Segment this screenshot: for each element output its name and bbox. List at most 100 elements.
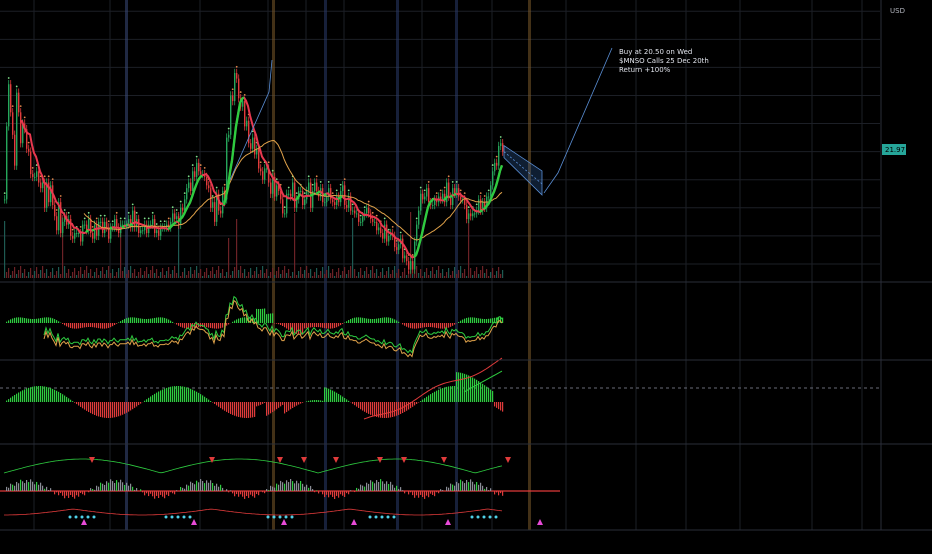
- macd-bar: [492, 318, 493, 323]
- candle-dot: [204, 167, 206, 169]
- bottom-bar: [402, 490, 403, 491]
- osc-bar: [94, 402, 95, 415]
- volume-bar: [136, 276, 137, 278]
- candle-dot: [188, 175, 190, 177]
- volume-bar: [270, 272, 271, 278]
- bottom-bar: [220, 485, 221, 491]
- osc-bar: [284, 402, 285, 413]
- candle-dot: [120, 218, 122, 220]
- volume-bar: [64, 266, 65, 278]
- candle-body: [404, 256, 405, 259]
- candle-body: [288, 194, 289, 195]
- osc-bar: [394, 402, 395, 416]
- bottom-bar: [136, 488, 137, 491]
- bottom-bar: [84, 491, 85, 495]
- bottom-bar: [74, 491, 75, 499]
- bottom-bar: [184, 489, 185, 491]
- bottom-bar: [80, 491, 81, 493]
- candle-dot: [480, 192, 482, 194]
- osc-bar: [424, 398, 425, 402]
- bottom-bar: [480, 483, 481, 491]
- volume-bar: [460, 266, 461, 278]
- chart-canvas[interactable]: Buy at 20.50 on Wed $MNSO Calls 25 Dec 2…: [0, 0, 932, 550]
- candle-body: [44, 183, 45, 208]
- osc-bar: [108, 402, 109, 418]
- macd-bar: [406, 323, 407, 327]
- osc-bar: [90, 402, 91, 413]
- volume-bar: [474, 271, 475, 278]
- volume-bar: [438, 266, 439, 278]
- macd-bar: [52, 318, 53, 323]
- volume-bar: [96, 268, 97, 278]
- candle-body: [214, 202, 215, 222]
- bottom-cyan-dot: [171, 516, 174, 519]
- volume-bar: [266, 269, 267, 278]
- volume-bar: [300, 267, 301, 278]
- macd-bar: [108, 323, 109, 328]
- volume-bar: [188, 271, 189, 278]
- bottom-bar: [182, 488, 183, 491]
- candle-dot: [316, 175, 318, 177]
- candle-body: [72, 236, 73, 239]
- macd-bar: [450, 323, 451, 327]
- volume-bar: [440, 273, 441, 278]
- osc-bar: [110, 402, 111, 418]
- volume-bar: [110, 273, 111, 278]
- macd-bar: [376, 319, 377, 323]
- bottom-bar: [36, 482, 37, 491]
- candle-dot: [212, 195, 214, 197]
- bottom-cyan-dot: [483, 516, 486, 519]
- volume-bar: [122, 271, 123, 278]
- candle-body: [74, 233, 75, 239]
- candle-body: [396, 247, 397, 250]
- bottom-cyan-dot: [177, 516, 180, 519]
- macd-bar: [14, 318, 15, 323]
- bottom-bar: [234, 491, 235, 496]
- candle-dot: [388, 229, 390, 231]
- bottom-bar: [304, 487, 305, 491]
- candle-body: [174, 213, 175, 219]
- bottom-bar: [216, 484, 217, 491]
- macd-bar: [264, 308, 265, 323]
- macd-bar: [170, 321, 171, 323]
- volume-bar: [336, 272, 337, 278]
- volume-bar: [484, 273, 485, 278]
- osc-bar: [332, 391, 333, 402]
- macd-bar: [350, 319, 351, 323]
- osc-bar: [368, 402, 369, 414]
- macd-bar: [398, 322, 399, 323]
- volume-bar: [338, 268, 339, 278]
- bottom-bar: [16, 482, 17, 491]
- volume-bar: [204, 272, 205, 278]
- volume-bar: [500, 274, 501, 278]
- macd-bar: [88, 323, 89, 327]
- osc-bar: [384, 402, 385, 418]
- osc-bar: [6, 401, 7, 402]
- candle-body: [200, 171, 201, 174]
- osc-bar: [278, 402, 279, 408]
- osc-bar: [208, 400, 209, 402]
- candle-body: [432, 205, 433, 206]
- bottom-bar: [400, 487, 401, 491]
- bottom-bar: [98, 487, 99, 491]
- candle-dot: [236, 66, 238, 68]
- volume-bar: [168, 267, 169, 278]
- osc-bar: [16, 394, 17, 402]
- bottom-bar: [144, 491, 145, 495]
- bottom-bar: [208, 483, 209, 491]
- candle-body: [250, 143, 251, 149]
- volume-bar: [40, 270, 41, 278]
- candle-body: [34, 177, 35, 178]
- bottom-bar: [316, 490, 317, 491]
- macd-bar: [54, 319, 55, 323]
- bottom-bar: [362, 486, 363, 491]
- osc-bar: [496, 402, 497, 408]
- candle-body: [354, 211, 355, 214]
- candle-body: [42, 183, 43, 189]
- annotation-line-3: Return +100%: [619, 66, 671, 74]
- bottom-bar: [78, 491, 79, 497]
- bottom-bar: [414, 491, 415, 498]
- osc-bar: [324, 387, 325, 402]
- osc-bar: [316, 400, 317, 402]
- osc-bar: [272, 402, 273, 412]
